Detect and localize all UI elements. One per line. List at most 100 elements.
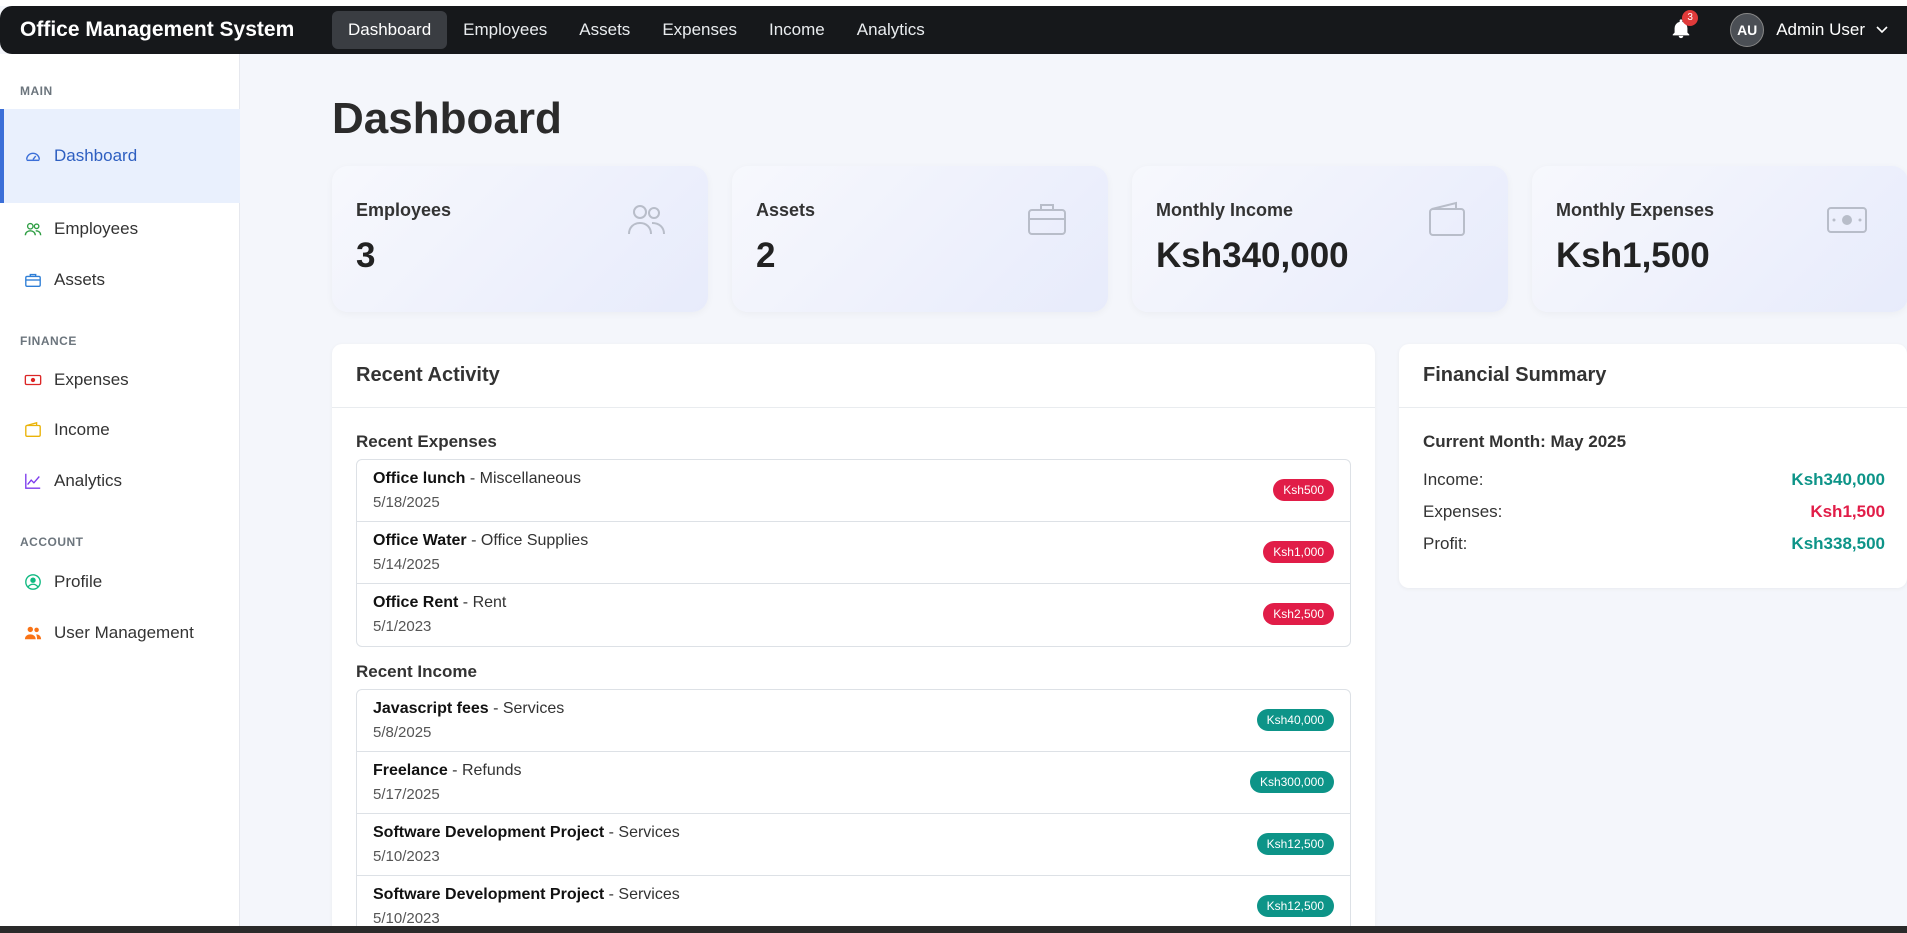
stat-value: Ksh340,000 (1156, 236, 1349, 275)
avatar[interactable]: AU (1730, 13, 1765, 47)
os-taskbar (0, 926, 1907, 933)
summary-profit-label: Profit: (1423, 534, 1468, 553)
amount-badge: Ksh2,500 (1263, 603, 1334, 625)
financial-summary-period: Current Month: May 2025 (1423, 432, 1627, 451)
recent-activity-title: Recent Activity (332, 344, 1375, 408)
nav-link-income[interactable]: Income (753, 11, 841, 49)
chart-line-icon (25, 473, 41, 489)
row-date: 5/8/2025 (373, 724, 432, 741)
briefcase-icon (25, 273, 41, 287)
row-date: 5/17/2025 (373, 786, 440, 803)
list-item[interactable]: Office Water - Office Supplies 5/14/2025… (357, 522, 1350, 584)
sidebar-section-main: MAIN (20, 84, 53, 98)
sidebar-item-dashboard[interactable]: Dashboard (0, 109, 240, 203)
row-name: Software Development Project (373, 886, 605, 903)
stat-label: Employees (356, 200, 452, 220)
top-navbar: Office Management System Dashboard Emplo… (0, 6, 1907, 54)
user-menu-name[interactable]: Admin User (1776, 20, 1865, 40)
summary-profit-row: Profit: Ksh338,500 (1423, 534, 1885, 554)
people-fill-icon (24, 626, 42, 640)
row-title: Software Development Project - Services (373, 824, 680, 841)
row-category: Services (618, 824, 680, 841)
row-date: 5/18/2025 (373, 494, 440, 511)
app-brand[interactable]: Office Management System (20, 18, 332, 42)
nav-link-analytics[interactable]: Analytics (841, 11, 941, 49)
row-title: Software Development Project - Services (373, 886, 680, 903)
nav-link-expenses[interactable]: Expenses (646, 11, 753, 49)
recent-activity-panel: Recent Activity Recent Expenses Office l… (332, 344, 1375, 933)
stat-card-monthly-income: Monthly Income Ksh340,000 (1132, 166, 1508, 312)
summary-income-row: Income: Ksh340,000 (1423, 470, 1885, 490)
row-name: Javascript fees (373, 700, 489, 717)
summary-expenses-row: Expenses: Ksh1,500 (1423, 502, 1885, 522)
sidebar-section-finance: FINANCE (20, 334, 77, 348)
people-icon (24, 222, 42, 236)
sidebar-item-expenses[interactable]: Expenses (0, 358, 240, 402)
row-name: Freelance (373, 762, 448, 779)
row-category: Services (618, 886, 680, 903)
sidebar-item-label: Income (54, 420, 110, 439)
sidebar-item-analytics[interactable]: Analytics (0, 459, 240, 503)
row-category: Office Supplies (480, 532, 589, 549)
row-title: Javascript fees - Services (373, 700, 565, 717)
summary-expenses-label: Expenses: (1423, 502, 1503, 521)
chevron-down-icon[interactable] (1875, 22, 1889, 39)
amount-badge: Ksh12,500 (1256, 833, 1334, 855)
briefcase-icon (1028, 204, 1066, 235)
stat-value: 2 (756, 236, 776, 275)
row-date: 5/10/2023 (373, 848, 440, 865)
sidebar-section-account: ACCOUNT (20, 535, 84, 549)
sidebar-item-label: Dashboard (54, 146, 138, 165)
sidebar-item-employees[interactable]: Employees (0, 207, 240, 251)
nav-link-dashboard[interactable]: Dashboard (332, 11, 448, 49)
list-item[interactable]: Software Development Project - Services … (357, 876, 1350, 933)
nav-links: Dashboard Employees Assets Expenses Inco… (332, 11, 941, 49)
sidebar-item-user-management[interactable]: User Management (0, 611, 240, 655)
list-item[interactable]: Office lunch - Miscellaneous 5/18/2025 K… (357, 460, 1350, 522)
list-item[interactable]: Software Development Project - Services … (357, 814, 1350, 876)
row-date: 5/10/2023 (373, 910, 440, 927)
stat-label: Monthly Income (1156, 200, 1294, 220)
sidebar-item-label: Profile (54, 572, 103, 591)
row-title: Office Rent - Rent (373, 594, 507, 611)
row-date: 5/1/2023 (373, 618, 432, 635)
notifications-button[interactable]: 3 (1670, 10, 1699, 42)
amount-badge: Ksh500 (1273, 479, 1334, 501)
list-item[interactable]: Office Rent - Rent 5/1/2023 Ksh2,500 (357, 584, 1350, 646)
row-name: Office lunch (373, 470, 466, 487)
sidebar-item-label: Employees (54, 219, 139, 238)
amount-badge: Ksh300,000 (1249, 771, 1334, 793)
stat-label: Assets (756, 200, 816, 220)
row-name: Office Rent (373, 594, 459, 611)
stat-value: Ksh1,500 (1556, 236, 1710, 275)
nav-link-employees[interactable]: Employees (447, 11, 563, 49)
sidebar-item-profile[interactable]: Profile (0, 560, 240, 604)
notification-count-badge: 3 (1682, 10, 1699, 26)
sidebar-item-label: Expenses (54, 370, 129, 389)
list-item[interactable]: Freelance - Refunds 5/17/2025 Ksh300,000 (357, 752, 1350, 814)
summary-profit-value: Ksh338,500 (1791, 534, 1885, 553)
nav-right: 3 AU Admin User (1670, 10, 1889, 47)
sidebar-item-label: Analytics (54, 471, 123, 490)
person-circle-icon (25, 574, 41, 590)
nav-link-assets[interactable]: Assets (563, 11, 646, 49)
row-category: Services (502, 700, 565, 717)
page-title: Dashboard (332, 94, 562, 143)
speedometer-icon (25, 152, 41, 162)
row-date: 5/14/2025 (373, 556, 440, 573)
row-title: Office Water - Office Supplies (373, 532, 589, 549)
sidebar-item-income[interactable]: Income (0, 408, 240, 452)
summary-income-label: Income: (1423, 470, 1484, 489)
stat-card-employees: Employees 3 (332, 166, 708, 312)
row-title: Office lunch - Miscellaneous (373, 470, 582, 487)
recent-expenses-title: Recent Expenses (356, 432, 497, 451)
stat-label: Monthly Expenses (1556, 200, 1715, 220)
wallet-icon (1429, 201, 1465, 236)
sidebar-item-assets[interactable]: Assets (0, 258, 240, 302)
list-item[interactable]: Javascript fees - Services 5/8/2025 Ksh4… (357, 690, 1350, 752)
sidebar-item-label: Assets (54, 270, 106, 289)
summary-income-value: Ksh340,000 (1791, 470, 1885, 489)
row-category: Refunds (461, 762, 522, 779)
row-title: Freelance - Refunds (373, 762, 522, 779)
amount-badge: Ksh12,500 (1256, 895, 1334, 917)
